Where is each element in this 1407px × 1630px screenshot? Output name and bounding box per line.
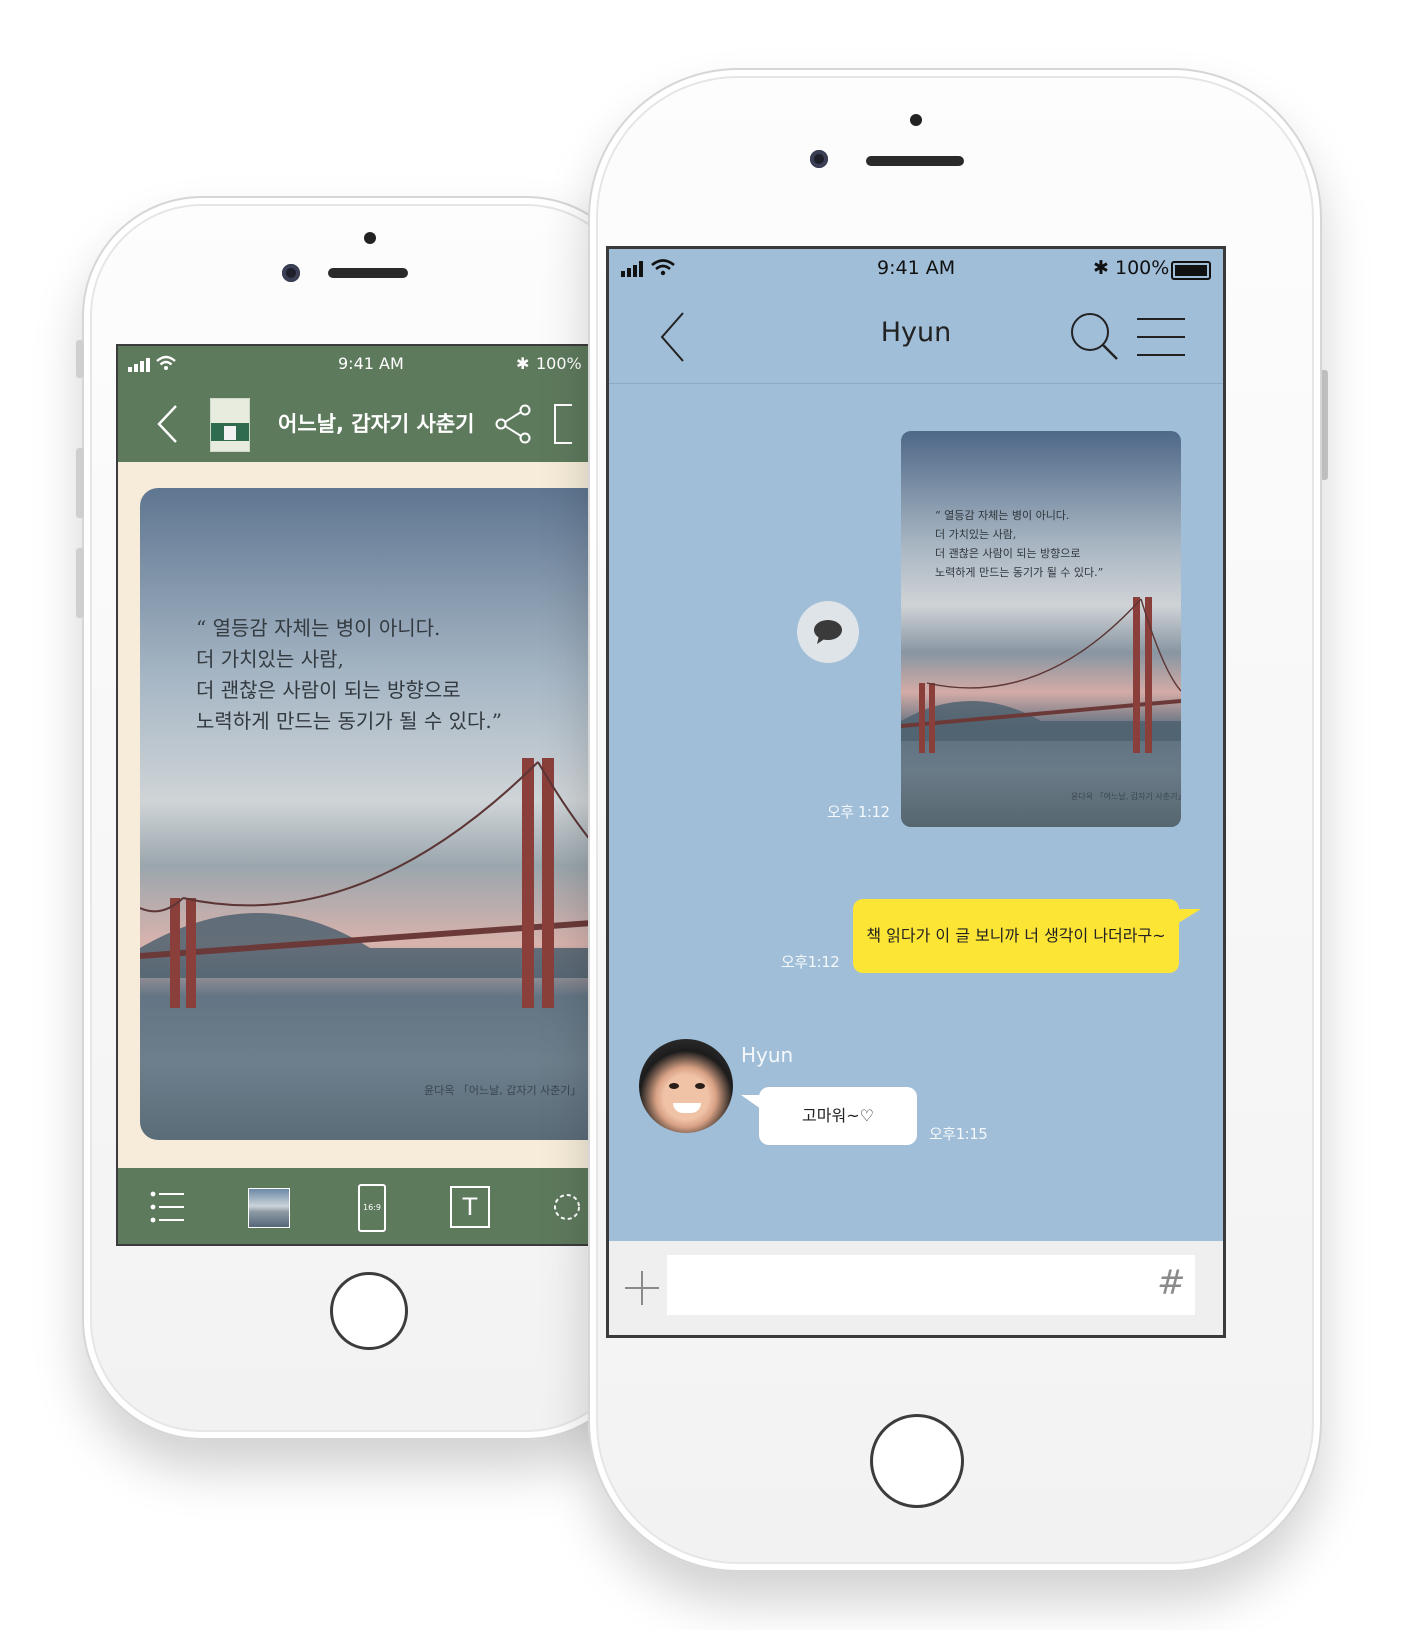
front-camera — [810, 150, 828, 168]
image-message-time: 오후 1:12 — [827, 803, 890, 821]
received-message-bubble[interactable]: 고마워~♡ — [741, 1087, 917, 1145]
image-quote-line-4: 노력하게 만드는 동기가 될 수 있다.” — [935, 566, 1104, 579]
share-icon[interactable] — [494, 404, 532, 444]
chat-screen: 9:41 AM ✱ 100% Hyun “ 열등감 자체는 병이 아니다. 더 … — [606, 246, 1226, 1338]
book-title: 어느날, 갑자기 사춘기 — [278, 412, 475, 436]
hashtag-icon[interactable]: # — [1157, 1263, 1186, 1303]
text-style-icon[interactable]: T — [450, 1186, 490, 1228]
status-bar: 9:41 AM ✱ 100% — [609, 249, 1223, 287]
list-icon[interactable] — [150, 1190, 186, 1224]
menu-icon[interactable] — [1137, 317, 1185, 357]
quote-card-image: “ 열등감 자체는 병이 아니다. 더 가치있는 사람, 더 괜찮은 사람이 되… — [140, 488, 644, 1140]
proximity-sensor — [364, 232, 376, 244]
plus-icon[interactable] — [623, 1269, 661, 1307]
chat-title: Hyun — [880, 317, 952, 348]
signal-icon — [128, 358, 150, 372]
earpiece-speaker — [328, 268, 408, 278]
battery-icon — [1171, 261, 1211, 280]
bluetooth-icon: ✱ — [516, 354, 530, 373]
back-icon[interactable] — [156, 404, 178, 444]
proximity-sensor — [910, 114, 922, 126]
chat-nav-bar: Hyun — [609, 287, 1223, 384]
sender-name: Hyun — [741, 1043, 794, 1067]
sent-message-text: 책 읽다가 이 글 보니까 너 생각이 나더라구~ — [866, 926, 1166, 945]
image-quote-credit: 윤다옥 「어느날, 갑자기 사춘기」 — [1071, 792, 1181, 801]
status-bar: 9:41 AM ✱ 100% — [118, 346, 644, 384]
image-quote-line-3: 더 괜찮은 사람이 되는 방향으로 — [935, 547, 1081, 560]
wifi-icon — [651, 259, 675, 276]
status-time: 9:41 AM — [877, 257, 956, 279]
book-cover-thumbnail[interactable] — [210, 398, 250, 452]
ratio-icon[interactable]: 16:9 — [358, 1184, 386, 1232]
quote-line-2: 더 가치있는 사람, — [196, 647, 344, 671]
bottom-toolbar: 16:9 T — [118, 1168, 644, 1244]
received-message-time: 오후1:15 — [929, 1125, 988, 1143]
golden-gate-bridge — [901, 597, 1181, 753]
bookmark-icon[interactable] — [554, 404, 572, 444]
nav-bar: 어느날, 갑자기 사춘기 — [118, 384, 644, 462]
status-battery: 100% — [536, 354, 582, 373]
home-button[interactable] — [870, 1414, 964, 1508]
home-button[interactable] — [330, 1272, 408, 1350]
earpiece-speaker — [866, 156, 964, 166]
quote-line-1: “ 열등감 자체는 병이 아니다. — [196, 616, 441, 640]
wifi-icon — [156, 355, 176, 370]
chat-input-bar: # — [609, 1241, 1223, 1335]
quote-line-3: 더 괜찮은 사람이 되는 방향으로 — [196, 678, 461, 702]
quote-credit: 윤다옥 「어느날, 갑자기 사춘기」 — [424, 1084, 582, 1097]
volume-down-button[interactable] — [76, 548, 84, 618]
mute-switch[interactable] — [76, 340, 84, 378]
background-image-icon[interactable] — [248, 1188, 290, 1228]
sent-message-time: 오후1:12 — [781, 953, 840, 971]
bluetooth-icon: ✱ — [1093, 257, 1109, 279]
quote-line-4: 노력하게 만드는 동기가 될 수 있다.” — [196, 709, 502, 733]
shared-quote-image[interactable]: “ 열등감 자체는 병이 아니다. 더 가치있는 사람, 더 괜찮은 사람이 되… — [901, 431, 1181, 827]
chat-bubble-icon[interactable] — [797, 601, 859, 663]
search-icon[interactable] — [1069, 311, 1119, 361]
sent-message-bubble[interactable]: 책 읽다가 이 글 보니까 너 생각이 나더라구~ — [853, 899, 1201, 973]
message-input[interactable] — [667, 1255, 1195, 1315]
status-battery: 100% — [1115, 257, 1170, 279]
golden-gate-bridge — [140, 758, 644, 1008]
received-message-text: 고마워~♡ — [802, 1106, 874, 1125]
signal-icon — [621, 261, 643, 277]
status-time: 9:41 AM — [338, 354, 404, 373]
image-quote-line-1: “ 열등감 자체는 병이 아니다. — [935, 509, 1070, 522]
image-quote-line-2: 더 가치있는 사람, — [935, 528, 1017, 541]
avatar[interactable] — [639, 1039, 733, 1133]
book-quote-screen: 9:41 AM ✱ 100% 어느날, 갑자기 사춘기 “ 열등감 자체는 병이… — [116, 344, 644, 1246]
front-camera — [282, 264, 300, 282]
volume-up-button[interactable] — [76, 448, 84, 518]
gear-icon[interactable] — [550, 1190, 580, 1224]
